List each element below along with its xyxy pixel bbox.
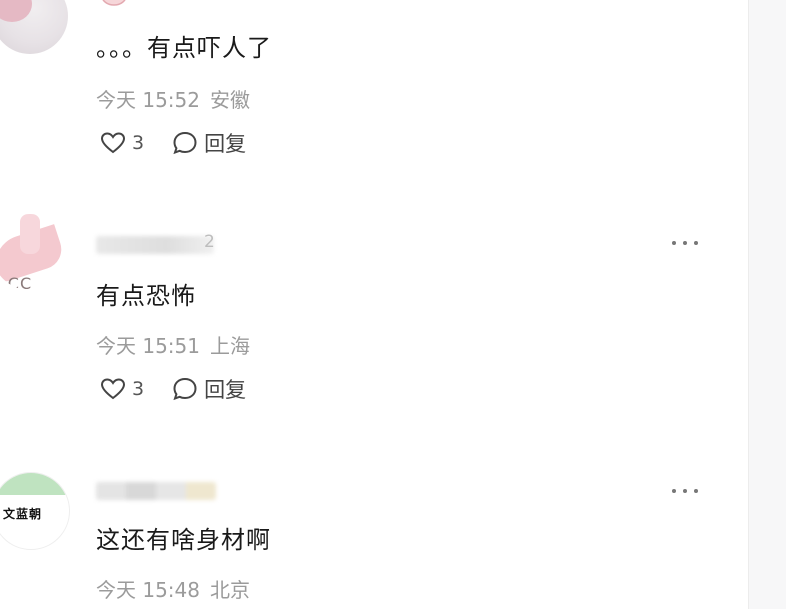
comment-meta: 今天 15:51 上海 [96, 330, 260, 359]
comment-actions: 3 回复 [100, 376, 274, 402]
avatar[interactable] [0, 0, 68, 54]
comment-time: 今天 15:48 [96, 578, 200, 602]
comment-meta: 今天 15:52 安徽 [96, 84, 260, 113]
reply-button[interactable]: 回复 [172, 374, 246, 404]
like-count: 3 [132, 132, 145, 154]
comment-feed: 。。。有点吓人了 今天 15:52 安徽 3 回复 ɔϹϹ 2 有点恐怖 今天 … [0, 0, 748, 609]
avatar-text: 文蓝朝 [3, 507, 43, 521]
username-redacted [96, 236, 214, 254]
username-redacted [96, 482, 216, 500]
comment-location: 上海 [210, 334, 250, 358]
like-button[interactable]: 3 [100, 377, 144, 401]
comment-location: 北京 [210, 578, 250, 602]
heart-outline-icon [100, 132, 126, 154]
comment-time: 今天 15:52 [96, 88, 200, 112]
reply-label: 回复 [204, 378, 247, 402]
comment-item: 。。。有点吓人了 今天 15:52 安徽 3 回复 [0, 0, 748, 180]
avatar[interactable]: ɔϹϹ [0, 214, 68, 290]
comment-text: 有点恐怖 [96, 282, 196, 310]
comment-meta: 今天 15:48 北京 [96, 574, 260, 603]
heart-outline-icon [100, 378, 126, 400]
like-count: 3 [132, 378, 145, 400]
avatar[interactable]: 文蓝朝 [0, 472, 70, 550]
reply-button[interactable]: 回复 [172, 128, 246, 158]
username-partial: 2 [204, 232, 215, 252]
comment-item: ɔϹϹ 2 有点恐怖 今天 15:51 上海 3 回复 [0, 210, 748, 450]
chat-bubble-icon [173, 377, 197, 401]
comment-text: 这还有啥身材啊 [96, 526, 271, 554]
comment-text: 。。。有点吓人了 [96, 34, 272, 62]
comment-time: 今天 15:51 [96, 334, 200, 358]
like-button[interactable]: 3 [100, 131, 144, 155]
more-options-button[interactable] [672, 236, 702, 250]
comment-actions: 3 回复 [100, 130, 274, 156]
comment-location: 安徽 [210, 88, 250, 112]
comment-item: 文蓝朝 这还有啥身材啊 今天 15:48 北京 [0, 462, 748, 609]
side-panel [748, 0, 786, 609]
chat-bubble-icon [173, 131, 197, 155]
user-badge-icon [102, 0, 126, 6]
more-options-button[interactable] [672, 484, 702, 498]
reply-label: 回复 [204, 132, 247, 156]
